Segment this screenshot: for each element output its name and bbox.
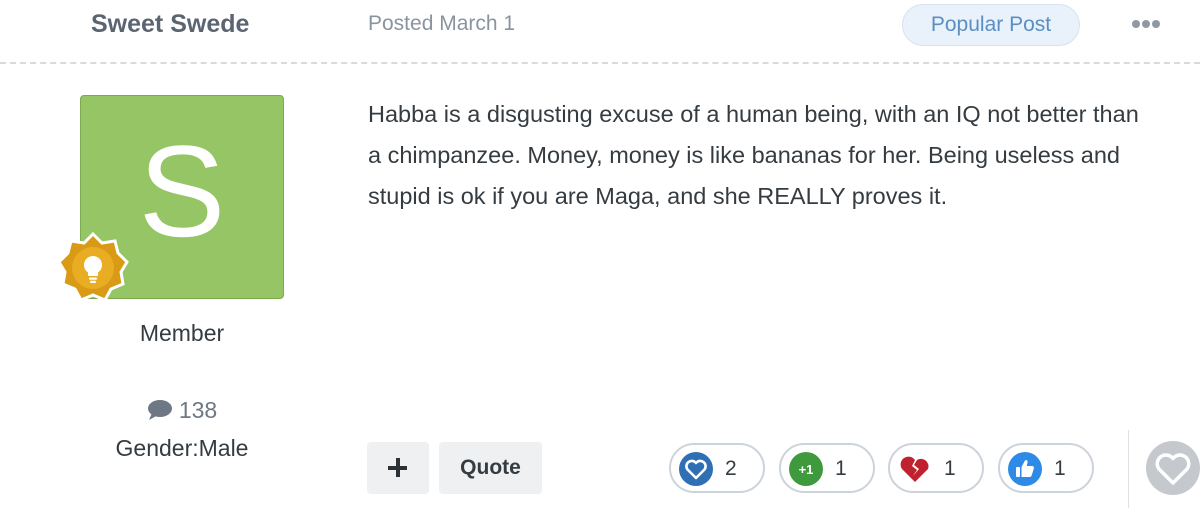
- comment-icon: [147, 400, 172, 420]
- heart-icon: [679, 452, 713, 486]
- gender-value: Male: [198, 435, 249, 461]
- gender-field: Gender:Male: [80, 435, 284, 462]
- quote-button[interactable]: Quote: [439, 442, 542, 494]
- reaction-plus-one[interactable]: +1 1: [779, 443, 875, 493]
- member-rank: Member: [139, 320, 225, 346]
- thumbs-up-icon: [1008, 452, 1042, 486]
- ellipsis-icon[interactable]: [1126, 6, 1166, 40]
- author-name[interactable]: Sweet Swede: [91, 10, 249, 39]
- plus-one-icon: +1: [789, 452, 823, 486]
- gender-label: Gender:: [115, 435, 199, 461]
- popular-post-badge: Popular Post: [902, 4, 1080, 46]
- post-count: 138: [80, 397, 284, 424]
- post-count-value: 138: [178, 397, 218, 423]
- reaction-thumbs-up[interactable]: 1: [998, 443, 1094, 493]
- reaction-count: 1: [835, 457, 847, 480]
- broken-heart-icon: [900, 456, 929, 482]
- multiquote-button[interactable]: [367, 442, 429, 494]
- post-body: Habba is a disgusting excuse of a human …: [368, 101, 1139, 209]
- reaction-heart[interactable]: 2: [669, 443, 765, 493]
- reaction-divider: [1128, 430, 1129, 508]
- plus-one-label: +1: [799, 462, 814, 477]
- post-date[interactable]: Posted March 1: [368, 12, 515, 36]
- reaction-broken-heart[interactable]: 1: [888, 443, 984, 493]
- heart-outline-icon: [1155, 453, 1191, 485]
- reaction-count: 1: [1054, 457, 1066, 480]
- reaction-count: 2: [725, 457, 737, 480]
- reaction-count: 1: [944, 457, 956, 480]
- react-button[interactable]: [1146, 441, 1200, 495]
- post-header: Sweet Swede Posted March 1 Popular Post: [0, 0, 1200, 64]
- lightbulb-icon: [57, 232, 129, 302]
- plus-icon-vertical: [396, 458, 400, 477]
